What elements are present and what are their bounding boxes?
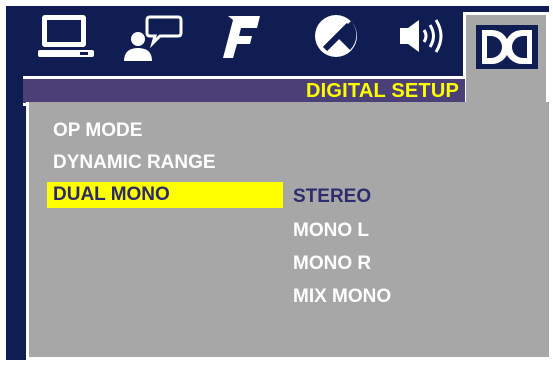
- option-mono-l[interactable]: MONO L: [293, 218, 369, 244]
- language-speech-icon[interactable]: [120, 10, 184, 62]
- option-mix-mono[interactable]: MIX MONO: [293, 284, 391, 310]
- osd-screen: DIGITAL SETUP OP MODE DYNAMIC RANGE DUAL…: [6, 6, 549, 360]
- option-mono-r[interactable]: MONO R: [293, 251, 371, 277]
- settings-panel: OP MODE DYNAMIC RANGE DUAL MONO STEREO M…: [26, 102, 549, 360]
- dolby-digital-icon: [476, 25, 538, 74]
- menu-item-dynamic-range[interactable]: DYNAMIC RANGE: [47, 150, 216, 176]
- page-title: DIGITAL SETUP: [306, 80, 459, 102]
- picture-contrast-icon[interactable]: [308, 10, 364, 62]
- menu-item-dual-mono[interactable]: DUAL MONO: [47, 182, 283, 208]
- monitor-icon[interactable]: [36, 10, 98, 62]
- music-note-icon[interactable]: [214, 10, 266, 62]
- tab-dolby-digital[interactable]: [463, 12, 549, 106]
- option-stereo[interactable]: STEREO: [293, 184, 371, 210]
- speaker-icon[interactable]: [396, 10, 452, 62]
- menu-item-op-mode[interactable]: OP MODE: [47, 118, 142, 144]
